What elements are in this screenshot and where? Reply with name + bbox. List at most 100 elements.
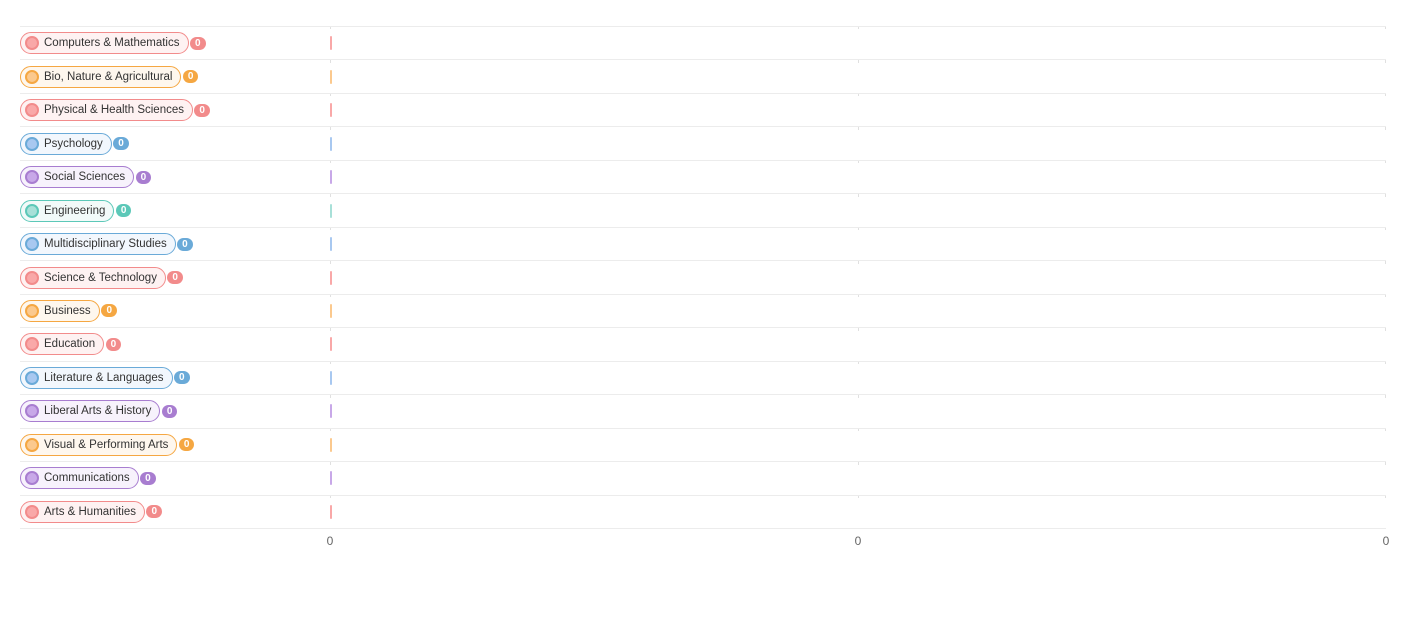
x-tick: 0 [1383,534,1390,548]
bar-fill [330,70,332,84]
bar-label-area: Psychology 0 [20,133,330,155]
bar-pill: Social Sciences0 [20,166,134,188]
pill-label: Communications [44,472,130,484]
bar-fill [330,337,332,351]
bar-pill: Bio, Nature & Agricultural0 [20,66,181,88]
chart-area: Computers & Mathematics0Bio, Nature & Ag… [20,26,1386,559]
bar-graph-area [330,94,1386,126]
bar-fill [330,438,332,452]
bar-label-area: Visual & Performing Arts0 [20,434,330,456]
bar-row: Physical & Health Sciences 0 [20,94,1386,127]
bar-label-area: Business 0 [20,300,330,322]
bar-label-area: Arts & Humanities0 [20,501,330,523]
bar-pill: Physical & Health Sciences0 [20,99,193,121]
bar-row: Communications 0 [20,462,1386,495]
pill-dot [25,471,39,485]
pill-badge: 0 [190,37,206,50]
pill-dot [25,70,39,84]
pill-label: Social Sciences [44,171,125,183]
bar-graph-area [330,161,1386,193]
pill-badge: 0 [136,171,152,184]
pill-badge: 0 [174,371,190,384]
pill-label: Physical & Health Sciences [44,104,184,116]
bar-pill: Liberal Arts & History0 [20,400,160,422]
bar-graph-area [330,295,1386,327]
bar-pill: Computers & Mathematics0 [20,32,189,54]
bar-pill: Science & Technology0 [20,267,166,289]
pill-badge: 0 [101,304,117,317]
pill-badge: 0 [116,204,132,217]
pill-dot [25,204,39,218]
bar-row: Multidisciplinary Studies 0 [20,228,1386,261]
pill-label: Multidisciplinary Studies [44,238,167,250]
bar-graph-area [330,261,1386,293]
bar-fill [330,371,332,385]
bar-row: Psychology 0 [20,127,1386,160]
bar-row: Engineering0 [20,194,1386,227]
bar-row: Education 0 [20,328,1386,361]
pill-badge: 0 [194,104,210,117]
bar-label-area: Physical & Health Sciences 0 [20,99,330,121]
pill-dot [25,271,39,285]
pill-label: Business [44,305,91,317]
bar-graph-area [330,127,1386,159]
x-tick: 0 [855,534,862,548]
pill-badge: 0 [140,472,156,485]
bar-fill [330,137,332,151]
pill-label: Bio, Nature & Agricultural [44,71,172,83]
bar-label-area: Education 0 [20,333,330,355]
bar-graph-area [330,60,1386,92]
rows-area: Computers & Mathematics0Bio, Nature & Ag… [20,26,1386,529]
bar-fill [330,304,332,318]
chart-container: Computers & Mathematics0Bio, Nature & Ag… [0,0,1406,631]
bar-pill: Multidisciplinary Studies0 [20,233,176,255]
bar-row: Computers & Mathematics 0 [20,26,1386,60]
pill-badge: 0 [106,338,122,351]
pill-label: Visual & Performing Arts [44,439,168,451]
bar-pill: Business0 [20,300,100,322]
bar-label-area: Multidisciplinary Studies 0 [20,233,330,255]
bar-label-area: Communications 0 [20,467,330,489]
pill-dot [25,337,39,351]
bar-label-area: Literature & Languages0 [20,367,330,389]
pill-badge: 0 [183,70,199,83]
pill-dot [25,36,39,50]
bar-graph-area [330,429,1386,461]
bar-fill [330,505,332,519]
pill-badge: 0 [162,405,178,418]
bar-pill: Visual & Performing Arts0 [20,434,177,456]
bar-graph-area [330,462,1386,494]
pill-dot [25,438,39,452]
bar-graph-area [330,228,1386,260]
bar-graph-area [330,362,1386,394]
pill-label: Computers & Mathematics [44,37,180,49]
bar-graph-area [330,496,1386,528]
bar-fill [330,404,332,418]
bar-fill [330,36,332,50]
bar-label-area: Social Sciences 0 [20,166,330,188]
bar-pill: Literature & Languages0 [20,367,173,389]
bar-fill [330,103,332,117]
bar-pill: Engineering0 [20,200,114,222]
bar-fill [330,471,332,485]
pill-label: Science & Technology [44,272,157,284]
bar-pill: Communications0 [20,467,139,489]
bar-fill [330,271,332,285]
bar-row: Literature & Languages0 [20,362,1386,395]
pill-dot [25,371,39,385]
pill-badge: 0 [177,238,193,251]
bar-label-area: Computers & Mathematics 0 [20,32,330,54]
bar-label-area: Liberal Arts & History0 [20,400,330,422]
pill-dot [25,505,39,519]
pill-label: Education [44,338,95,350]
x-tick: 0 [327,534,334,548]
bar-row: Science & Technology0 [20,261,1386,294]
bar-graph-area [330,328,1386,360]
pill-dot [25,137,39,151]
pill-label: Psychology [44,138,103,150]
bar-fill [330,170,332,184]
pill-dot [25,404,39,418]
bar-row: Liberal Arts & History0 [20,395,1386,428]
pill-badge: 0 [113,137,129,150]
bar-row: Visual & Performing Arts0 [20,429,1386,462]
